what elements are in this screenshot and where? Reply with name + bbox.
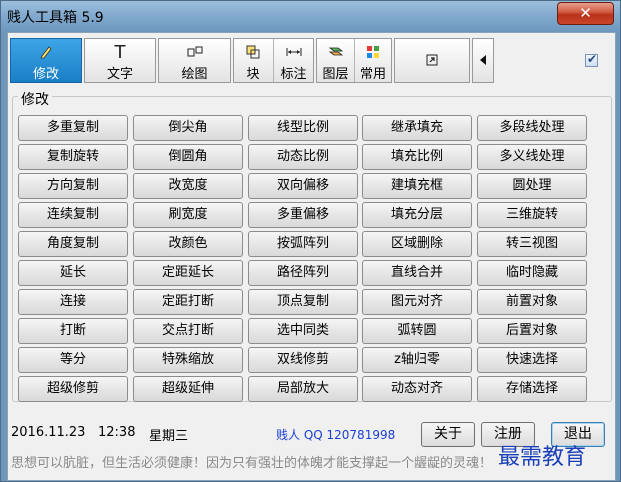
tab-group-block-dim: 块 标注 — [233, 38, 314, 83]
modify-button[interactable]: 选中同类 — [248, 318, 358, 344]
tab-layer[interactable]: 图层 — [317, 39, 354, 82]
modify-button[interactable]: 多重复制 — [18, 115, 128, 141]
tab-block-label: 块 — [246, 67, 260, 82]
text-T-icon: T — [114, 42, 126, 63]
expand-icon — [395, 53, 469, 69]
modify-button[interactable]: 线型比例 — [248, 115, 358, 141]
modify-button[interactable]: 按弧阵列 — [248, 231, 358, 257]
app-window: 贱人工具箱 5.9 ✕ 修改 T 文字 绘图 块 标注 图层 常用 ✔ 修改 多… — [0, 0, 621, 482]
modify-button[interactable]: 多重偏移 — [248, 202, 358, 228]
modify-button[interactable]: 连接 — [18, 289, 128, 315]
tab-modify[interactable]: 修改 — [10, 38, 82, 83]
modify-button[interactable]: 局部放大 — [248, 376, 358, 402]
contact-link[interactable]: 贱人 QQ 120781998 — [276, 426, 395, 443]
modify-button[interactable]: 多义线处理 — [477, 144, 587, 170]
modify-button[interactable]: 临时隐藏 — [477, 260, 587, 286]
modify-button[interactable]: 改宽度 — [133, 173, 243, 199]
status-date: 2016.11.23 — [11, 425, 86, 440]
watermark-text: 最需教育 — [498, 445, 587, 470]
modify-button[interactable]: 快速选择 — [477, 347, 587, 373]
modify-button[interactable]: 双向偏移 — [248, 173, 358, 199]
modify-button[interactable]: 交点打断 — [133, 318, 243, 344]
modify-button[interactable]: 建填充框 — [362, 173, 472, 199]
modify-button[interactable]: 倒尖角 — [133, 115, 243, 141]
tab-text[interactable]: T 文字 — [84, 38, 156, 83]
modify-button[interactable]: z轴归零 — [362, 347, 472, 373]
tab-dimension-label: 标注 — [280, 67, 307, 82]
modify-button[interactable]: 动态对齐 — [362, 376, 472, 402]
draw-shapes-icon — [159, 45, 230, 62]
status-time: 12:38 — [98, 425, 136, 440]
modify-button[interactable]: 圆处理 — [477, 173, 587, 199]
modify-button[interactable]: 特殊缩放 — [133, 347, 243, 373]
title-bar[interactable]: 贱人工具箱 5.9 ✕ — [1, 1, 620, 31]
block-icon — [234, 45, 272, 62]
tab-draw-label: 绘图 — [181, 67, 208, 82]
modify-button[interactable]: 刷宽度 — [133, 202, 243, 228]
window-title: 贱人工具箱 5.9 — [7, 10, 104, 26]
tab-layer-label: 图层 — [322, 67, 349, 82]
modify-button[interactable]: 改颜色 — [133, 231, 243, 257]
tab-group-layer-common: 图层 常用 — [316, 38, 392, 83]
tab-text-label: 文字 — [106, 67, 133, 82]
modify-button[interactable]: 路径阵列 — [248, 260, 358, 286]
modify-button[interactable]: 区域删除 — [362, 231, 472, 257]
modify-button[interactable]: 弧转圆 — [362, 318, 472, 344]
modify-button[interactable]: 延长 — [18, 260, 128, 286]
pencil-icon — [11, 45, 81, 62]
modify-button[interactable]: 图元对齐 — [362, 289, 472, 315]
layers-icon — [317, 45, 354, 62]
status-weekday: 星期三 — [149, 429, 189, 444]
tab-dimension[interactable]: 标注 — [274, 39, 313, 82]
modify-button[interactable]: 存储选择 — [477, 376, 587, 402]
triangle-left-icon — [473, 53, 493, 69]
modify-button[interactable]: 后置对象 — [477, 318, 587, 344]
modify-group-label: 修改 — [18, 89, 52, 109]
modify-button[interactable]: 前置对象 — [477, 289, 587, 315]
modify-button[interactable]: 填充分层 — [362, 202, 472, 228]
tab-common-label: 常用 — [359, 67, 386, 82]
modify-button[interactable]: 超级延伸 — [133, 376, 243, 402]
modify-button[interactable]: 等分 — [18, 347, 128, 373]
modify-button[interactable]: 动态比例 — [248, 144, 358, 170]
modify-button[interactable]: 转三视图 — [477, 231, 587, 257]
close-icon: ✕ — [579, 4, 592, 22]
modify-button[interactable]: 定距延长 — [133, 260, 243, 286]
dimension-icon — [274, 45, 313, 61]
modify-button[interactable]: 双线修剪 — [248, 347, 358, 373]
modify-button[interactable]: 继承填充 — [362, 115, 472, 141]
tab-common[interactable]: 常用 — [355, 39, 391, 82]
about-button[interactable]: 关于 — [421, 422, 475, 447]
modify-button[interactable]: 三维旋转 — [477, 202, 587, 228]
scroll-left-button[interactable] — [472, 38, 494, 83]
close-button[interactable]: ✕ — [557, 2, 614, 25]
checkmark-icon: ✔ — [586, 52, 598, 66]
tab-draw[interactable]: 绘图 — [158, 38, 231, 83]
modify-button[interactable]: 填充比例 — [362, 144, 472, 170]
modify-button[interactable]: 复制旋转 — [18, 144, 128, 170]
tab-block[interactable]: 块 — [234, 39, 272, 82]
modify-button[interactable]: 方向复制 — [18, 173, 128, 199]
modify-button[interactable]: 连续复制 — [18, 202, 128, 228]
modify-button[interactable]: 倒圆角 — [133, 144, 243, 170]
modify-button[interactable]: 超级修剪 — [18, 376, 128, 402]
client-area: 修改 T 文字 绘图 块 标注 图层 常用 ✔ 修改 多重复制 倒尖角 线型比例… — [7, 32, 616, 481]
modify-button[interactable]: 多段线处理 — [477, 115, 587, 141]
modify-button[interactable]: 顶点复制 — [248, 289, 358, 315]
tab-modify-label: 修改 — [32, 67, 59, 82]
toolbar: 修改 T 文字 绘图 块 标注 图层 常用 ✔ — [8, 33, 615, 88]
modify-button[interactable]: 直线合并 — [362, 260, 472, 286]
modify-button[interactable]: 打断 — [18, 318, 128, 344]
grid-colored-icon — [355, 45, 391, 62]
modify-button[interactable]: 角度复制 — [18, 231, 128, 257]
modify-button[interactable]: 定距打断 — [133, 289, 243, 315]
pin-checkbox[interactable]: ✔ — [585, 52, 598, 67]
expand-button[interactable] — [394, 38, 470, 83]
